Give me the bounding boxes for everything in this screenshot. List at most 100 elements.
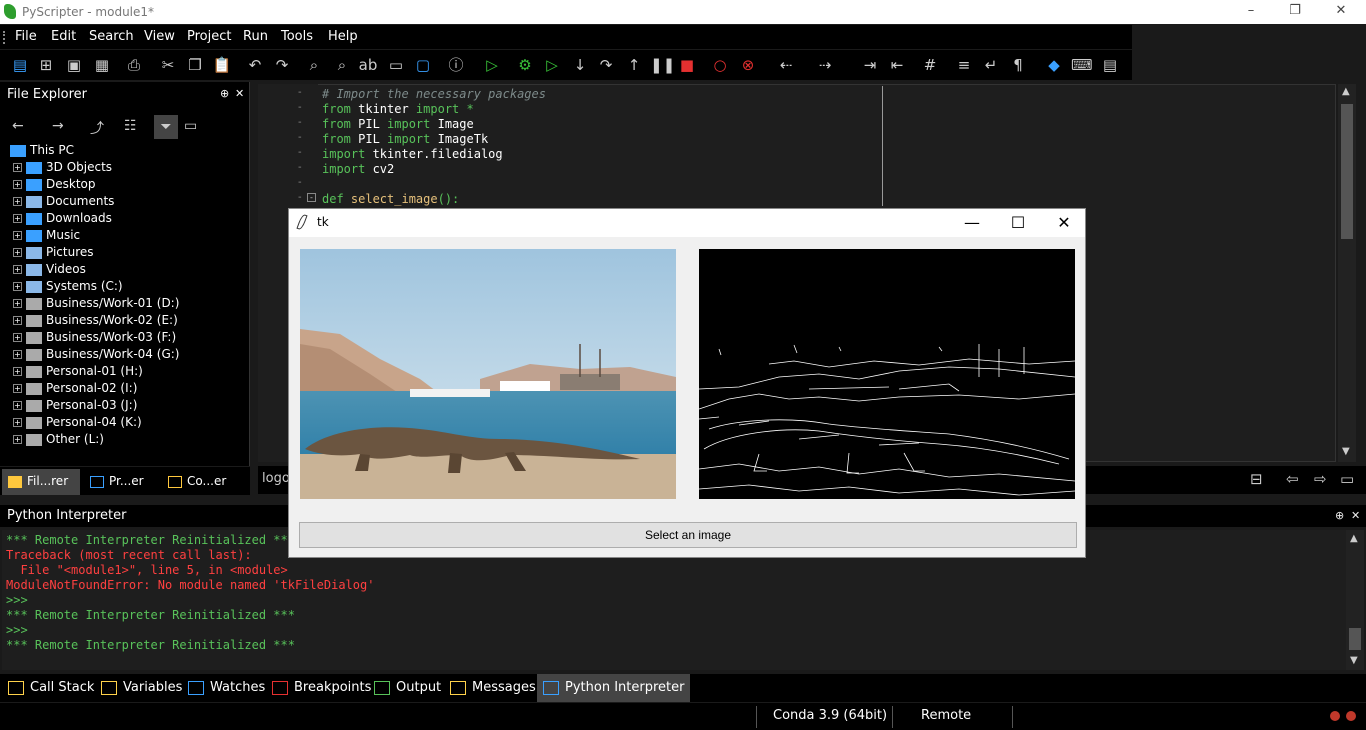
prev-tab-icon[interactable]: ⇦ xyxy=(1286,470,1299,488)
scroll-up-icon[interactable]: ▲ xyxy=(1342,86,1350,97)
tree-item[interactable]: + Business/Work-04 (G:) xyxy=(13,347,179,364)
expand-icon[interactable]: + xyxy=(13,333,22,342)
toggle-breakpoint-icon[interactable]: ○ xyxy=(710,55,730,75)
tree-item[interactable]: + Pictures xyxy=(13,245,94,262)
scroll-down-icon[interactable]: ▼ xyxy=(1342,446,1350,457)
restore-button[interactable]: ❐ xyxy=(1272,0,1318,24)
tree-item[interactable]: + Other (L:) xyxy=(13,432,104,449)
undo-icon[interactable]: ↶ xyxy=(245,55,265,75)
stop-icon[interactable]: ■ xyxy=(677,55,697,75)
menu-search[interactable]: Search xyxy=(89,29,134,44)
step-out-icon[interactable]: ↑ xyxy=(624,55,644,75)
redo-icon[interactable]: ↷ xyxy=(272,55,292,75)
status-mode[interactable]: Remote xyxy=(921,708,971,723)
menu-tools[interactable]: Tools xyxy=(281,29,313,44)
tree-item[interactable]: +3D Objects xyxy=(13,160,112,177)
close-button[interactable]: ✕ xyxy=(1318,0,1364,24)
step-over-icon[interactable]: ↷ xyxy=(596,55,616,75)
tab-python-interpreter[interactable]: Python Interpreter xyxy=(537,674,691,702)
tab-list-icon[interactable]: ⊟ xyxy=(1250,470,1263,488)
tree-item[interactable]: + Personal-01 (H:) xyxy=(13,364,143,381)
back-icon[interactable]: ⇠ xyxy=(776,55,796,75)
tab-file-explorer[interactable]: Fil...rer xyxy=(2,469,80,495)
expand-icon[interactable]: + xyxy=(13,180,22,189)
menu-help[interactable]: Help xyxy=(328,29,358,44)
paste-icon[interactable]: 📋 xyxy=(212,55,232,75)
indent-icon[interactable]: ⇥ xyxy=(860,55,880,75)
tk-maximize-button[interactable]: ☐ xyxy=(995,211,1041,235)
new-folder-icon[interactable]: ▭ xyxy=(184,118,197,134)
scroll-up-icon[interactable]: ▲ xyxy=(1350,533,1358,544)
tab-watches[interactable]: Watches xyxy=(182,674,271,702)
tree-item[interactable]: + Documents xyxy=(13,194,114,211)
tree-root-this-pc[interactable]: This PC xyxy=(10,143,74,160)
scroll-down-icon[interactable]: ▼ xyxy=(1350,655,1358,666)
pilcrow-icon[interactable]: ¶ xyxy=(1008,55,1028,75)
expand-icon[interactable]: + xyxy=(13,197,22,206)
tree-item[interactable]: + Personal-04 (K:) xyxy=(13,415,142,432)
expand-icon[interactable]: + xyxy=(13,214,22,223)
tree-item[interactable]: + Personal-03 (J:) xyxy=(13,398,137,415)
tree-item[interactable]: + Downloads xyxy=(13,211,112,228)
tree-item[interactable]: + Business/Work-02 (E:) xyxy=(13,313,178,330)
close-panel-icon[interactable]: ✕ xyxy=(235,87,244,100)
expand-icon[interactable]: + xyxy=(13,350,22,359)
wrap-icon[interactable]: ↵ xyxy=(981,55,1001,75)
expand-icon[interactable]: + xyxy=(13,163,22,172)
list-icon[interactable]: ≡ xyxy=(954,55,974,75)
find-next-icon[interactable]: ⌕ xyxy=(332,55,352,75)
tab-breakpoints[interactable]: Breakpoints xyxy=(266,674,377,702)
up-folder-icon[interactable]: ⤴ xyxy=(90,118,104,138)
print-icon[interactable]: ⎙ xyxy=(124,55,144,75)
goto-icon[interactable]: ▢ xyxy=(413,55,433,75)
tab-messages[interactable]: Messages xyxy=(444,674,542,702)
clear-breakpoints-icon[interactable]: ⊗ xyxy=(738,55,758,75)
expand-icon[interactable]: + xyxy=(13,248,22,257)
comment-icon[interactable]: # xyxy=(920,55,940,75)
scrollbar-thumb[interactable] xyxy=(1341,104,1353,239)
tree-item[interactable]: + Business/Work-01 (D:) xyxy=(13,296,179,313)
expand-icon[interactable]: + xyxy=(13,231,22,240)
save-icon[interactable]: ▣ xyxy=(64,55,84,75)
run-icon[interactable]: ▷ xyxy=(482,55,502,75)
tk-minimize-button[interactable]: — xyxy=(949,211,995,235)
editor-tab-label[interactable]: logo xyxy=(262,471,290,486)
forward-icon[interactable]: ⇢ xyxy=(815,55,835,75)
tab-output[interactable]: Output xyxy=(368,674,447,702)
find-in-files-icon[interactable]: ▭ xyxy=(386,55,406,75)
tk-close-button[interactable]: ✕ xyxy=(1041,211,1087,235)
unindent-icon[interactable]: ⇤ xyxy=(887,55,907,75)
tree-item[interactable]: + Music xyxy=(13,228,80,245)
keyboard-icon[interactable]: ⌨ xyxy=(1071,55,1093,75)
minimize-button[interactable]: – xyxy=(1228,0,1274,24)
select-image-button[interactable]: Select an image xyxy=(299,522,1077,548)
step-into-icon[interactable]: ↓ xyxy=(570,55,590,75)
tree-item[interactable]: + Videos xyxy=(13,262,86,279)
menu-edit[interactable]: Edit xyxy=(51,29,76,44)
scrollbar-thumb[interactable] xyxy=(1349,628,1361,650)
fold-icon[interactable]: - xyxy=(307,193,316,202)
expand-icon[interactable]: + xyxy=(13,418,22,427)
next-tab-icon[interactable]: ⇨ xyxy=(1314,470,1327,488)
new-tab-icon[interactable]: ▭ xyxy=(1340,470,1354,488)
menu-file[interactable]: File xyxy=(15,29,37,44)
back-icon[interactable]: ← xyxy=(12,118,24,134)
copy-icon[interactable]: ❐ xyxy=(185,55,205,75)
open-file-icon[interactable]: ⊞ xyxy=(36,55,56,75)
debug-icon[interactable]: ⚙ xyxy=(515,55,535,75)
new-file-icon[interactable]: ▤ xyxy=(10,55,30,75)
expand-icon[interactable]: + xyxy=(13,299,22,308)
menu-view[interactable]: View xyxy=(144,29,175,44)
replace-icon[interactable]: ab xyxy=(358,55,378,75)
tab-variables[interactable]: Variables xyxy=(95,674,188,702)
menu-project[interactable]: Project xyxy=(187,29,231,44)
interpreter-scrollbar[interactable]: ▲ ▼ xyxy=(1346,530,1364,670)
cut-icon[interactable]: ✂ xyxy=(158,55,178,75)
info-icon[interactable]: ⓘ xyxy=(446,55,466,75)
expand-icon[interactable]: + xyxy=(13,265,22,274)
expand-icon[interactable]: + xyxy=(13,384,22,393)
expand-icon[interactable]: + xyxy=(13,316,22,325)
save-all-icon[interactable]: ▦ xyxy=(92,55,112,75)
tab-code-explorer[interactable]: Co...er xyxy=(162,469,242,495)
close-panel-icon[interactable]: ✕ xyxy=(1351,509,1360,522)
